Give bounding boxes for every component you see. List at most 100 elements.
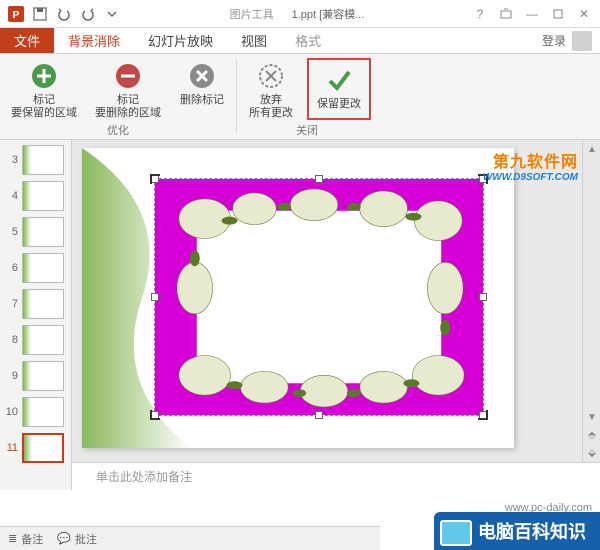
next-slide-icon[interactable]: ⬙ [583,444,600,462]
thumb-number: 5 [4,226,18,238]
scroll-down-icon[interactable]: ▼ [583,408,600,426]
ribbon-group-close-title: 关闭 [296,120,318,139]
status-notes-label: 备注 [21,531,43,547]
thumb-preview [22,433,64,463]
thumb-number: 9 [4,370,18,382]
watermark-bottom-text: 电脑百科知识 [478,522,586,542]
status-comments-button[interactable]: 💬 批注 [57,531,97,547]
resize-handle[interactable] [151,293,159,301]
minus-circle-icon [112,60,144,92]
resize-handle[interactable] [479,293,487,301]
thumb-preview [22,361,64,391]
thumb-preview [22,397,64,427]
mark-keep-label-1: 标记 [33,94,55,106]
floral-frame-icon [155,179,483,415]
thumb-preview [22,181,64,211]
slide-thumbnail[interactable]: 9 [0,358,71,394]
mark-remove-button[interactable]: 标记要删除的区域 [90,58,166,120]
thumb-preview [22,253,64,283]
close-icon[interactable]: ✕ [576,6,592,22]
mark-keep-button[interactable]: 标记要保留的区域 [6,58,82,120]
monitor-icon [440,520,472,546]
plus-circle-icon [28,60,60,92]
qat-customize-icon[interactable] [102,4,122,24]
user-avatar-icon[interactable] [572,31,592,51]
watermark-bottom-url: www.pc-daily.com [505,502,592,514]
undo-icon[interactable] [54,4,74,24]
thumb-number: 3 [4,154,18,166]
notes-placeholder: 单击此处添加备注 [96,468,192,485]
thumb-preview [22,145,64,175]
resize-handle[interactable] [315,411,323,419]
thumb-number: 6 [4,262,18,274]
prev-slide-icon[interactable]: ⬘ [583,426,600,444]
keep-label: 保留更改 [317,98,361,110]
signin-link[interactable]: 登录 [542,32,566,49]
slide-thumbnail[interactable]: 3 [0,142,71,178]
selected-picture[interactable] [154,178,484,416]
context-tab-group-label: 图片工具 [230,6,274,22]
crop-handle[interactable] [478,410,488,420]
slide-thumbnail[interactable]: 5 [0,214,71,250]
tab-slideshow[interactable]: 幻灯片放映 [134,28,227,53]
content-area: 3 4 5 6 7 8 9 10 11 [0,140,600,490]
crop-handle[interactable] [478,174,488,184]
delete-mark-label: 删除标记 [180,94,224,106]
ribbon-display-icon[interactable] [498,6,514,22]
delete-mark-button[interactable]: 删除标记 [174,58,230,120]
slide-editor[interactable]: ▲ ▼ ⬘ ⬙ [72,140,600,462]
quick-access-toolbar: P [0,4,122,24]
slide-thumbnail[interactable]: 11 [0,430,71,466]
svg-text:P: P [13,10,20,21]
slide-thumbnail[interactable]: 4 [0,178,71,214]
title-bar: P 图片工具 1.ppt [兼容模... ? — ✕ [0,0,600,28]
discard-label-1: 放弃 [260,94,282,106]
watermark-bottom-right: 电脑百科知识 [434,512,600,550]
notes-pane[interactable]: 单击此处添加备注 [72,462,600,490]
status-notes-button[interactable]: ≣ 备注 [8,531,43,547]
thumb-number: 11 [4,442,18,454]
help-icon[interactable]: ? [472,6,488,22]
slide-thumbnail-rail[interactable]: 3 4 5 6 7 8 9 10 11 [0,140,72,490]
thumb-number: 4 [4,190,18,202]
mark-keep-label-2: 要保留的区域 [11,107,77,119]
ribbon-group-refine: 标记要保留的区域 标记要删除的区域 删除标记 优化 [0,54,236,139]
discard-changes-button[interactable]: 放弃所有更改 [243,58,299,120]
thumb-preview [22,325,64,355]
status-bar: ≣ 备注 💬 批注 [0,526,380,550]
comments-icon: 💬 [57,532,71,545]
tab-background-remove[interactable]: 背景消除 [54,28,134,53]
thumb-number: 7 [4,298,18,310]
tab-format[interactable]: 格式 [281,28,335,53]
tab-file[interactable]: 文件 [0,28,54,53]
document-title: 1.ppt [兼容模... [292,6,365,22]
resize-handle[interactable] [315,175,323,183]
crop-handle[interactable] [150,410,160,420]
editor-wrap: ▲ ▼ ⬘ ⬙ 单击此处添加备注 [72,140,600,490]
crop-handle[interactable] [150,174,160,184]
slide-thumbnail[interactable]: 7 [0,286,71,322]
mark-remove-label-2: 要删除的区域 [95,107,161,119]
discard-label-2: 所有更改 [249,107,293,119]
save-icon[interactable] [30,4,50,24]
redo-icon[interactable] [78,4,98,24]
thumb-number: 10 [4,406,18,418]
scroll-up-icon[interactable]: ▲ [583,140,600,158]
vertical-scrollbar[interactable]: ▲ ▼ ⬘ ⬙ [582,140,600,462]
status-comments-label: 批注 [75,531,97,547]
slide-thumbnail[interactable]: 8 [0,322,71,358]
ribbon-group-refine-title: 优化 [107,120,129,139]
slide-thumbnail[interactable]: 10 [0,394,71,430]
ribbon: 标记要保留的区域 标记要删除的区域 删除标记 优化 [0,54,600,140]
thumb-number: 8 [4,334,18,346]
maximize-icon[interactable] [550,6,566,22]
discard-icon [255,60,287,92]
thumb-preview [22,217,64,247]
slide-thumbnail[interactable]: 6 [0,250,71,286]
tab-view[interactable]: 视图 [227,28,281,53]
notes-icon: ≣ [8,532,17,545]
background-removal-mask [155,179,483,415]
window-controls: ? — ✕ [472,6,600,22]
minimize-icon[interactable]: — [524,6,540,22]
keep-changes-button[interactable]: 保留更改 [311,62,367,111]
